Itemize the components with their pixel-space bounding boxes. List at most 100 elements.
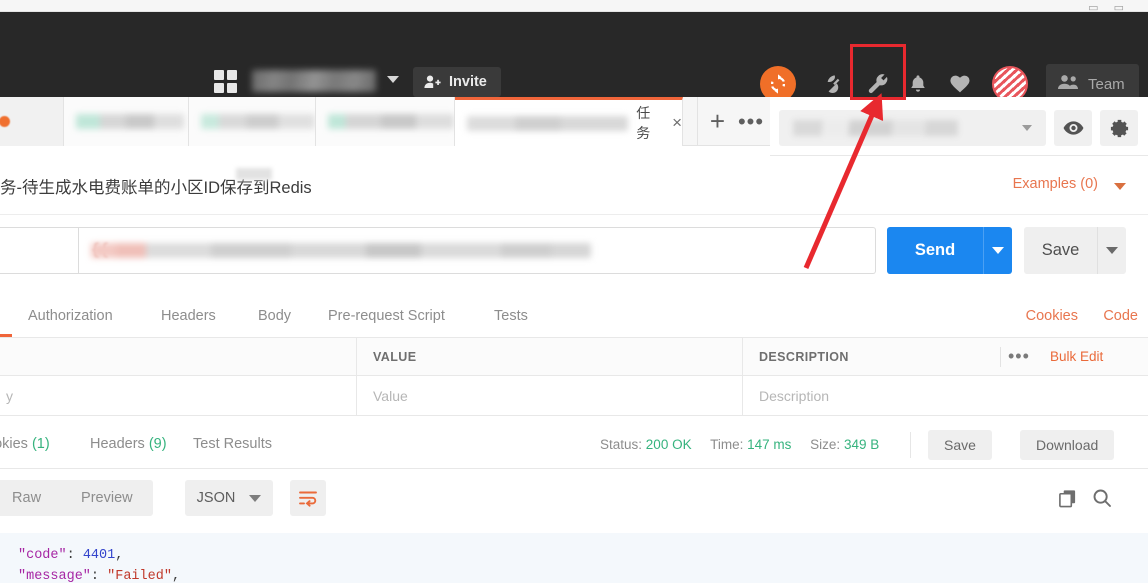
divider <box>1000 347 1001 367</box>
json-line: "message": "Failed", <box>18 566 1148 583</box>
time-value: 147 ms <box>747 437 792 452</box>
response-status-row: ookies (1) Headers (9) Test Results Stat… <box>0 420 1148 469</box>
save-response-button[interactable]: Save <box>928 430 992 460</box>
wrench-settings-icon[interactable] <box>862 68 894 100</box>
json-line: "code": 4401, <box>18 545 1148 566</box>
response-tab-label: Headers <box>90 436 145 452</box>
json-value: "Failed" <box>107 569 172 583</box>
column-header-key <box>0 338 357 375</box>
divider <box>910 432 911 458</box>
response-tab-test-results[interactable]: Test Results <box>193 420 272 469</box>
code-link[interactable]: Code <box>1103 295 1138 337</box>
size-value: 349 B <box>843 437 880 452</box>
response-tab-label: Test Results <box>193 436 272 452</box>
save-request-button[interactable]: Save <box>1024 227 1097 274</box>
response-format-row: Raw Preview JSON <box>0 469 1148 526</box>
request-tab-partial[interactable]: 号-登 <box>0 97 64 146</box>
params-table-row: y Value Description <box>0 376 1148 416</box>
request-tab-active[interactable]: 任务 × <box>455 97 683 146</box>
tab-more-button[interactable]: ••• <box>731 97 771 146</box>
url-row: {{ Send Save <box>0 214 1148 284</box>
bell-notifications-icon[interactable] <box>902 68 934 100</box>
send-options-button[interactable] <box>983 227 1012 274</box>
url-value-redacted <box>91 243 591 258</box>
examples-button[interactable]: Examples (0) <box>1013 176 1098 192</box>
tab-authorization[interactable]: Authorization <box>28 295 113 337</box>
chevron-down-icon[interactable] <box>1114 183 1126 190</box>
request-tab[interactable] <box>189 97 316 146</box>
request-section-tabs: y Authorization Headers Body Pre-request… <box>0 295 1148 338</box>
request-tab[interactable] <box>64 97 189 146</box>
invite-button[interactable]: Invite <box>413 67 501 97</box>
title-redaction <box>236 168 272 180</box>
response-tab-count: (1) <box>31 436 50 452</box>
window-chrome-strip: ▭ ▭ <box>0 0 1148 14</box>
response-tab-cookies[interactable]: ookies (1) <box>0 420 50 469</box>
response-tab-headers[interactable]: Headers (9) <box>90 420 167 469</box>
download-response-button[interactable]: Download <box>1020 430 1115 460</box>
apps-grid-icon[interactable] <box>214 70 238 94</box>
tab-label-redacted <box>201 114 315 129</box>
response-tab-label: ookies <box>0 436 28 452</box>
workspace-name[interactable] <box>252 70 376 92</box>
close-icon[interactable]: × <box>672 113 682 133</box>
json-value: 4401 <box>82 548 116 563</box>
eye-icon[interactable] <box>1054 110 1092 146</box>
word-wrap-icon[interactable] <box>290 480 326 516</box>
app-topbar: Invite Team <box>0 12 1148 104</box>
chevron-down-icon <box>249 494 262 502</box>
team-label: Team <box>1088 75 1125 93</box>
view-raw[interactable]: Raw <box>0 490 61 506</box>
search-icon[interactable] <box>1092 488 1112 513</box>
tab-pre-request-script[interactable]: Pre-request Script <box>328 295 445 337</box>
tab-label-redacted <box>76 114 184 129</box>
tab-headers[interactable]: Headers <box>161 295 216 337</box>
tab-label-redacted <box>467 115 629 131</box>
chevron-down-icon[interactable] <box>387 76 399 83</box>
json-key: "message" <box>18 569 91 583</box>
bulk-edit-button[interactable]: Bulk Edit <box>1050 349 1103 364</box>
user-plus-icon <box>423 73 441 91</box>
request-title-row: 务-待生成水电费账单的小区ID保存到Redis Examples (0) <box>0 156 1148 214</box>
response-body[interactable]: "code": 4401, "message": "Failed", <box>0 533 1148 583</box>
status-label: Status: <box>600 437 643 452</box>
column-header-value: VALUE <box>357 338 743 375</box>
response-type-select[interactable]: JSON <box>185 480 273 516</box>
response-meta: Status: 200 OK Time: 147 ms Size: 349 B <box>600 420 879 469</box>
tab-label-redacted <box>328 114 454 129</box>
description-input[interactable]: Description <box>743 376 1148 415</box>
response-tab-count: (9) <box>148 436 167 452</box>
gear-icon[interactable] <box>1100 110 1138 146</box>
environment-select[interactable] <box>779 110 1046 146</box>
response-view-toggle: Raw Preview <box>0 480 153 516</box>
heart-icon[interactable] <box>944 68 976 100</box>
send-button[interactable]: Send <box>887 227 983 274</box>
json-sep: : <box>90 569 108 583</box>
copy-icon[interactable] <box>1058 489 1077 513</box>
key-input[interactable]: y <box>0 376 357 415</box>
chevron-down-icon <box>1022 125 1032 131</box>
chevron-down-icon <box>1106 247 1118 254</box>
tab-label: 任务 <box>636 105 651 141</box>
avatar-image <box>994 68 1026 100</box>
url-input[interactable]: {{ <box>79 227 876 274</box>
params-table-header: VALUE DESCRIPTION ••• Bulk Edit <box>0 338 1148 376</box>
tab-tests[interactable]: Tests <box>494 295 528 337</box>
value-input[interactable]: Value <box>357 376 743 415</box>
view-preview[interactable]: Preview <box>61 490 153 506</box>
table-options-button[interactable]: ••• <box>1008 346 1030 367</box>
tab-body[interactable]: Body <box>258 295 291 337</box>
unsaved-dot-icon <box>0 116 10 127</box>
satellite-icon[interactable] <box>820 68 852 100</box>
cookies-link[interactable]: Cookies <box>1026 295 1078 337</box>
status-value: 200 OK <box>645 437 692 452</box>
http-method-select[interactable] <box>0 227 79 274</box>
json-comma: , <box>171 569 181 583</box>
save-options-button[interactable] <box>1097 227 1126 274</box>
request-tab-strip: 号-登 任务 × + ••• <box>0 97 770 146</box>
response-type-label: JSON <box>196 490 236 506</box>
json-sep: : <box>66 548 83 563</box>
time-label: Time: <box>710 437 744 452</box>
size-label: Size: <box>810 437 841 452</box>
request-tab[interactable] <box>316 97 455 146</box>
